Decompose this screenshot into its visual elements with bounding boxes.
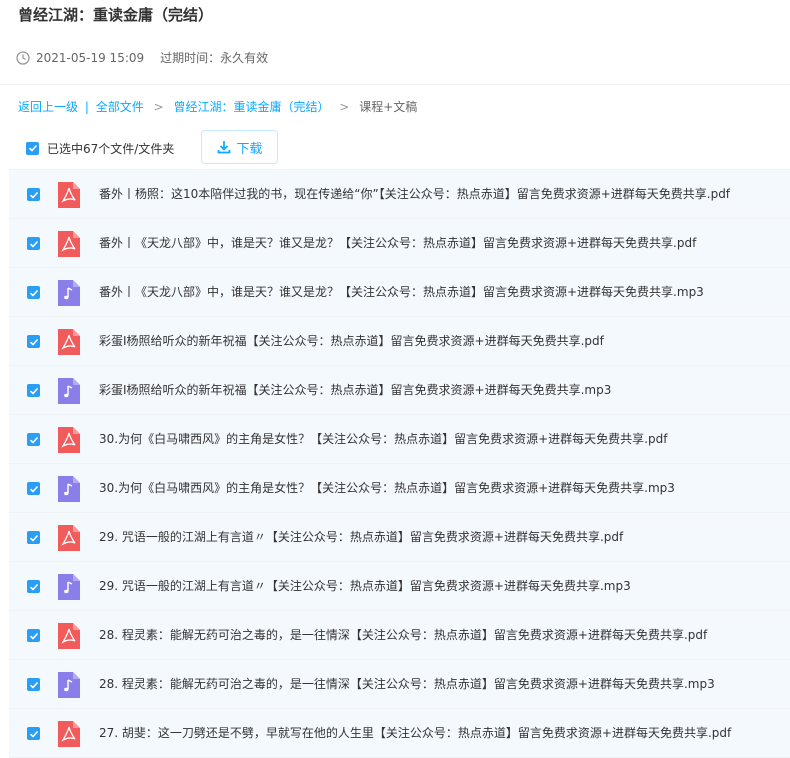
audio-file-icon (58, 378, 80, 404)
header-divider (0, 84, 790, 85)
file-row[interactable]: 27. 胡斐：这一刀劈还是不劈，早就写在他的人生里【关注公众号：热点赤道】留言免… (9, 709, 790, 758)
all-files-link[interactable]: 全部文件 (96, 100, 144, 114)
current-folder: 课程+文稿 (359, 100, 418, 114)
file-name[interactable]: 27. 胡斐：这一刀劈还是不劈，早就写在他的人生里【关注公众号：热点赤道】留言免… (99, 724, 731, 742)
file-checkbox[interactable] (27, 531, 40, 544)
file-checkbox[interactable] (27, 286, 40, 299)
pdf-file-icon (58, 231, 80, 257)
file-checkbox[interactable] (27, 188, 40, 201)
file-checkbox[interactable] (27, 335, 40, 348)
file-name[interactable]: 28. 程灵素：能解无药可治之毒的，是一往情深【关注公众号：热点赤道】留言免费求… (99, 675, 715, 693)
file-name[interactable]: 30.为何《白马啸西风》的主角是女性？【关注公众号：热点赤道】留言免费求资源+进… (99, 479, 675, 497)
file-name[interactable]: 番外丨《天龙八部》中，谁是天？谁又是龙？【关注公众号：热点赤道】留言免费求资源+… (99, 234, 696, 252)
file-row[interactable]: 番外丨杨照：这10本陪伴过我的书，现在传递给“你”【关注公众号：热点赤道】留言免… (9, 170, 790, 219)
file-checkbox[interactable] (27, 482, 40, 495)
file-checkbox[interactable] (27, 433, 40, 446)
pdf-file-icon (58, 721, 80, 747)
audio-file-icon (58, 574, 80, 600)
file-name[interactable]: 30.为何《白马啸西风》的主角是女性？【关注公众号：热点赤道】留言免费求资源+进… (99, 430, 667, 448)
download-label: 下载 (236, 141, 263, 157)
clock-icon (16, 51, 30, 65)
pdf-file-icon (58, 427, 80, 453)
download-icon (218, 141, 231, 154)
file-checkbox[interactable] (27, 727, 40, 740)
file-row[interactable]: 彩蛋I杨照给听众的新年祝福【关注公众号：热点赤道】留言免费求资源+进群每天免费共… (9, 317, 790, 366)
file-list: 番外丨杨照：这10本陪伴过我的书，现在传递给“你”【关注公众号：热点赤道】留言免… (9, 169, 790, 758)
pdf-file-icon (58, 623, 80, 649)
selection-toolbar: 已选中67个文件/文件夹 (26, 130, 174, 166)
file-name[interactable]: 29. 咒语一般的江湖上有言道〃【关注公众号：热点赤道】留言免费求资源+进群每天… (99, 577, 631, 595)
file-checkbox[interactable] (27, 384, 40, 397)
file-checkbox[interactable] (27, 678, 40, 691)
file-checkbox[interactable] (27, 629, 40, 642)
file-checkbox[interactable] (27, 237, 40, 250)
pdf-file-icon (58, 182, 80, 208)
file-name[interactable]: 番外丨《天龙八部》中，谁是天？谁又是龙？【关注公众号：热点赤道】留言免费求资源+… (99, 283, 704, 301)
file-name[interactable]: 番外丨杨照：这10本陪伴过我的书，现在传递给“你”【关注公众号：热点赤道】留言免… (99, 185, 730, 203)
share-date: 2021-05-19 15:09 (36, 51, 145, 65)
folder-link[interactable]: 曾经江湖：重读金庸（完结） (173, 100, 329, 114)
audio-file-icon (58, 476, 80, 502)
select-all-checkbox[interactable] (26, 141, 39, 155)
file-name[interactable]: 彩蛋I杨照给听众的新年祝福【关注公众号：热点赤道】留言免费求资源+进群每天免费共… (99, 381, 611, 399)
audio-file-icon (58, 672, 80, 698)
file-checkbox[interactable] (27, 580, 40, 593)
file-row[interactable]: 番外丨《天龙八部》中，谁是天？谁又是龙？【关注公众号：热点赤道】留言免费求资源+… (9, 268, 790, 317)
expire-time: 过期时间：永久有效 (160, 51, 269, 65)
chevron-right-icon: > (339, 100, 350, 114)
file-row[interactable]: 30.为何《白马啸西风》的主角是女性？【关注公众号：热点赤道】留言免费求资源+进… (9, 464, 790, 513)
file-row[interactable]: 29. 咒语一般的江湖上有言道〃【关注公众号：热点赤道】留言免费求资源+进群每天… (9, 562, 790, 611)
pdf-file-icon (58, 329, 80, 355)
file-name[interactable]: 彩蛋I杨照给听众的新年祝福【关注公众号：热点赤道】留言免费求资源+进群每天免费共… (99, 332, 604, 350)
selected-count: 已选中67个文件/文件夹 (47, 141, 175, 156)
file-row[interactable]: 29. 咒语一般的江湖上有言道〃【关注公众号：热点赤道】留言免费求资源+进群每天… (9, 513, 790, 562)
breadcrumb: 返回上一级 | 全部文件 > 曾经江湖：重读金庸（完结） > 课程+文稿 (18, 98, 417, 116)
file-name[interactable]: 28. 程灵素：能解无药可治之毒的，是一往情深【关注公众号：热点赤道】留言免费求… (99, 626, 707, 644)
audio-file-icon (58, 280, 80, 306)
chevron-right-icon: > (153, 100, 164, 114)
file-row[interactable]: 番外丨《天龙八部》中，谁是天？谁又是龙？【关注公众号：热点赤道】留言免费求资源+… (9, 219, 790, 268)
file-name[interactable]: 29. 咒语一般的江湖上有言道〃【关注公众号：热点赤道】留言免费求资源+进群每天… (99, 528, 623, 546)
share-meta: 2021-05-19 15:09 过期时间：永久有效 (16, 48, 268, 68)
file-row[interactable]: 彩蛋I杨照给听众的新年祝福【关注公众号：热点赤道】留言免费求资源+进群每天免费共… (9, 366, 790, 415)
breadcrumb-separator: | (84, 100, 89, 114)
file-row[interactable]: 30.为何《白马啸西风》的主角是女性？【关注公众号：热点赤道】留言免费求资源+进… (9, 415, 790, 464)
back-link[interactable]: 返回上一级 (18, 100, 78, 114)
file-row[interactable]: 28. 程灵素：能解无药可治之毒的，是一往情深【关注公众号：热点赤道】留言免费求… (9, 611, 790, 660)
file-row[interactable]: 28. 程灵素：能解无药可治之毒的，是一往情深【关注公众号：热点赤道】留言免费求… (9, 660, 790, 709)
download-button[interactable]: 下载 (201, 130, 278, 164)
pdf-file-icon (58, 525, 80, 551)
page-title: 曾经江湖：重读金庸（完结） (18, 6, 214, 24)
